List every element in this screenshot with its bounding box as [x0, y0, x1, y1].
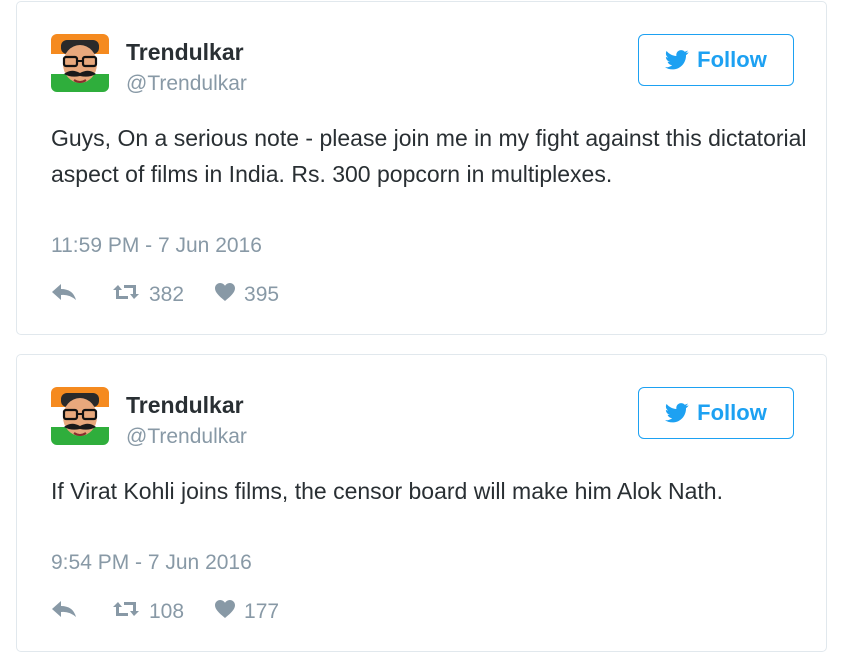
follow-label: Follow — [697, 47, 767, 72]
author-name[interactable]: Trendulkar — [126, 392, 244, 419]
like-button[interactable]: 177 — [214, 599, 279, 625]
like-button[interactable]: 395 — [214, 282, 279, 308]
retweet-icon — [111, 282, 141, 308]
like-count: 177 — [244, 600, 280, 623]
author-handle[interactable]: @Trendulkar — [126, 72, 247, 96]
reply-button[interactable] — [51, 283, 77, 307]
heart-icon — [214, 282, 236, 308]
tweet-text: Guys, On a serious note - please join me… — [51, 125, 807, 187]
follow-button[interactable]: Follow — [638, 34, 794, 86]
tweet-actions: 108 177 — [51, 599, 279, 625]
follow-label: Follow — [697, 400, 767, 425]
twitter-bird-icon — [665, 403, 689, 423]
retweet-icon — [111, 599, 141, 625]
heart-icon — [214, 599, 236, 625]
tweet-card: Trendulkar @Trendulkar Follow If Virat K… — [16, 354, 827, 652]
retweet-count: 382 — [149, 283, 185, 306]
avatar[interactable] — [51, 34, 109, 92]
author-handle[interactable]: @Trendulkar — [126, 425, 247, 449]
twitter-bird-icon — [665, 50, 689, 70]
avatar[interactable] — [51, 387, 109, 445]
tweet-timestamp[interactable]: 9:54 PM - 7 Jun 2016 — [51, 551, 252, 575]
reply-icon — [51, 600, 77, 624]
reply-icon — [51, 283, 77, 307]
tweet-actions: 382 395 — [51, 282, 279, 308]
retweet-button[interactable]: 108 — [111, 599, 184, 625]
follow-button[interactable]: Follow — [638, 387, 794, 439]
tweet-timestamp[interactable]: 11:59 PM - 7 Jun 2016 — [51, 234, 262, 258]
author-name[interactable]: Trendulkar — [126, 39, 244, 66]
retweet-button[interactable]: 382 — [111, 282, 184, 308]
retweet-count: 108 — [149, 600, 185, 623]
like-count: 395 — [244, 283, 280, 306]
tweet-text: If Virat Kohli joins films, the censor b… — [51, 478, 723, 504]
reply-button[interactable] — [51, 600, 77, 624]
tweet-card: Trendulkar @Trendulkar Follow Guys, On a… — [16, 1, 827, 335]
